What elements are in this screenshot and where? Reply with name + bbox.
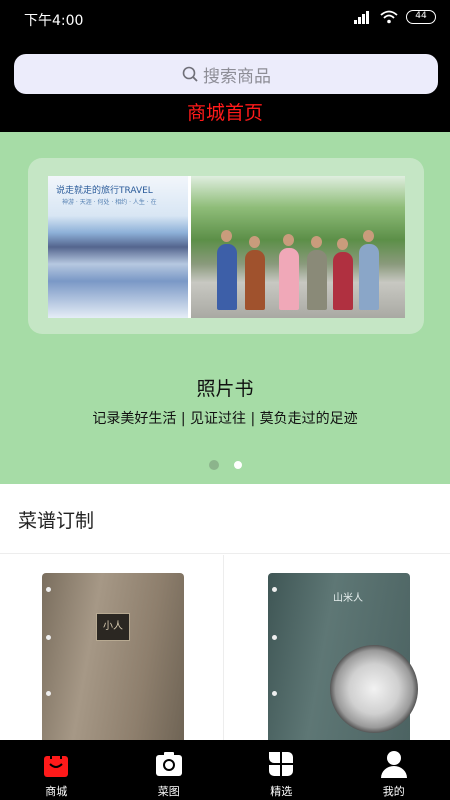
- camera-icon: [155, 752, 182, 776]
- book-logo: 山米人: [333, 593, 363, 604]
- signal-icon: [354, 10, 372, 24]
- carousel-dot[interactable]: [209, 460, 219, 470]
- section-title: 菜谱订制: [18, 510, 95, 532]
- book-logo: 小人: [96, 613, 130, 641]
- user-icon: [380, 751, 407, 778]
- tab-bar: 商城 菜图 精选 我的: [0, 740, 450, 800]
- tab-menu-photos[interactable]: 菜图: [113, 740, 226, 800]
- search-input[interactable]: 搜索商品: [14, 54, 438, 94]
- status-time: 下午4:00: [24, 13, 84, 29]
- shopping-bag-icon: [44, 750, 69, 777]
- wifi-icon: [380, 10, 398, 24]
- book-cover-image: 说走就走的旅行TRAVEL 神游 · 天涯 · 何处 · 相约 · 人生 · 在: [48, 176, 188, 318]
- tab-mall[interactable]: 商城: [0, 740, 113, 800]
- tab-label: 我的: [382, 785, 405, 798]
- banner-image-card[interactable]: 说走就走的旅行TRAVEL 神游 · 天涯 · 何处 · 相约 · 人生 · 在: [28, 158, 424, 334]
- tab-label: 菜图: [157, 785, 180, 798]
- tab-label: 精选: [270, 785, 293, 798]
- search-icon: [182, 66, 198, 82]
- menu-book-image: 小人: [42, 573, 184, 740]
- status-icons: 44: [354, 10, 436, 24]
- tab-featured[interactable]: 精选: [225, 740, 338, 800]
- product-card[interactable]: 小人: [0, 555, 224, 740]
- tab-profile[interactable]: 我的: [338, 740, 450, 800]
- battery-icon: 44: [406, 10, 436, 24]
- banner-carousel[interactable]: 说走就走的旅行TRAVEL 神游 · 天涯 · 何处 · 相约 · 人生 · 在…: [0, 132, 450, 484]
- pan-image: [330, 645, 418, 733]
- cover-subtitle: 神游 · 天涯 · 何处 · 相约 · 人生 · 在: [62, 199, 157, 206]
- tab-label: 商城: [45, 785, 68, 798]
- header: 搜索商品 商城首页: [0, 40, 450, 132]
- banner-title: 照片书: [196, 378, 254, 400]
- photo-book-image: 说走就走的旅行TRAVEL 神游 · 天涯 · 何处 · 相约 · 人生 · 在: [48, 176, 405, 318]
- section-header: 菜谱订制: [0, 484, 450, 554]
- group-photo-image: [191, 176, 405, 318]
- cover-title: 说走就走的旅行TRAVEL: [56, 186, 153, 196]
- search-placeholder: 搜索商品: [203, 66, 271, 87]
- product-grid: 小人 山米人: [0, 555, 450, 740]
- menu-book-image: 山米人: [268, 573, 418, 740]
- product-card[interactable]: 山米人: [226, 555, 450, 740]
- status-bar: 下午4:00 44: [0, 0, 450, 40]
- banner-subtitle: 记录美好生活 | 见证过往 | 莫负走过的足迹: [92, 411, 358, 427]
- grid-petals-icon: [269, 752, 294, 776]
- carousel-dot-active[interactable]: [233, 460, 243, 470]
- page-title: 商城首页: [186, 102, 263, 124]
- carousel-dots: [209, 460, 243, 470]
